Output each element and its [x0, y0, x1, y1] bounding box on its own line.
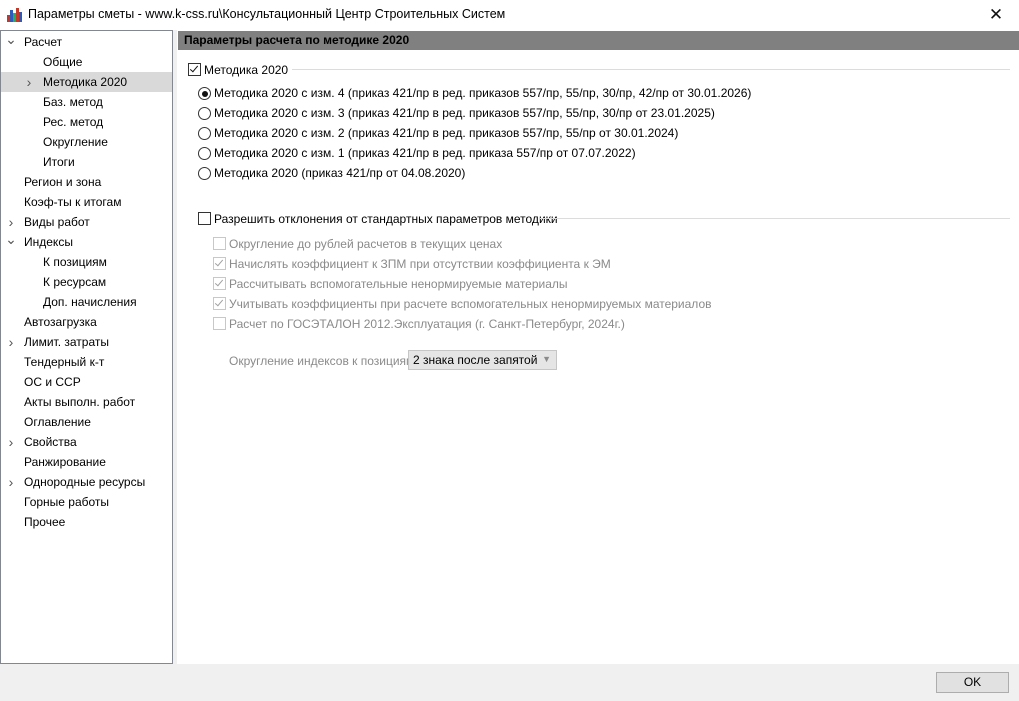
- sidebar-item-label: Методика 2020: [43, 75, 128, 89]
- chevron-right-icon[interactable]: ›: [5, 332, 17, 352]
- sidebar-item-label: Тендерный к-т: [24, 355, 105, 369]
- sidebar-item-итоги[interactable]: Итоги: [1, 152, 172, 172]
- sidebar-item-label: Лимит. затраты: [24, 335, 109, 349]
- chevron-down-icon: ▼: [542, 354, 551, 364]
- sidebar-item-label: Рес. метод: [43, 115, 104, 129]
- sidebar-item-ос-и-сср[interactable]: ОС и ССР: [1, 372, 172, 392]
- sidebar-item-label: Акты выполн. работ: [24, 395, 136, 409]
- chevron-right-icon[interactable]: ›: [5, 472, 17, 492]
- methodology-version-label: Методика 2020 с изм. 3 (приказ 421/пр в …: [214, 106, 715, 120]
- deviation-option-label: Рассчитывать вспомогательные ненормируем…: [229, 277, 568, 291]
- sidebar-item-label: Ранжирование: [24, 455, 106, 469]
- window-title: Параметры сметы - www.k-css.ru\Консульта…: [28, 7, 506, 21]
- sidebar-item-label: ОС и ССР: [24, 375, 81, 389]
- methodology-version-radio[interactable]: [198, 107, 211, 120]
- sidebar-item-label: Баз. метод: [43, 95, 103, 109]
- sidebar-item-к-ресурсам[interactable]: К ресурсам: [1, 272, 172, 292]
- methodology-version-label: Методика 2020 с изм. 1 (приказ 421/пр в …: [214, 146, 636, 160]
- app-icon: [7, 8, 23, 22]
- sidebar-item-свойства[interactable]: › Свойства: [1, 432, 172, 452]
- sidebar-item-расчет[interactable]: ⌄ Расчет: [1, 32, 172, 52]
- sidebar-item-label: Автозагрузка: [24, 315, 97, 329]
- sidebar-item-label: Доп. начисления: [43, 295, 137, 309]
- sidebar-item-однородные-ресурсы[interactable]: › Однородные ресурсы: [1, 472, 172, 492]
- methodology-version-label: Методика 2020 с изм. 2 (приказ 421/пр в …: [214, 126, 679, 140]
- chevron-down-icon[interactable]: ⌄: [5, 232, 17, 252]
- sidebar-item-label: Виды работ: [24, 215, 90, 229]
- deviation-option-checkbox[interactable]: [213, 317, 226, 330]
- deviation-option-checkbox[interactable]: [213, 277, 226, 290]
- sidebar-item-округление[interactable]: Округление: [1, 132, 172, 152]
- methodology-version-radio[interactable]: [198, 87, 211, 100]
- deviation-option-checkbox[interactable]: [213, 257, 226, 270]
- sidebar-item-оглавление[interactable]: Оглавление: [1, 412, 172, 432]
- sidebar-item-label: Итоги: [43, 155, 75, 169]
- sidebar-item-label: К позициям: [43, 255, 107, 269]
- sidebar-item-горные-работы[interactable]: Горные работы: [1, 492, 172, 512]
- sidebar-item-label: Коэф-ты к итогам: [24, 195, 122, 209]
- sidebar-item-label: Общие: [43, 55, 83, 69]
- close-icon: ✕: [988, 5, 1004, 24]
- ok-button[interactable]: OK: [936, 672, 1009, 693]
- sidebar-item-label: К ресурсам: [43, 275, 107, 289]
- sidebar-item-баз-метод[interactable]: Баз. метод: [1, 92, 172, 112]
- group-separator: [540, 218, 1010, 219]
- sidebar-item-лимит-затраты[interactable]: › Лимит. затраты: [1, 332, 172, 352]
- chevron-down-icon[interactable]: ⌄: [5, 32, 17, 52]
- deviation-option-checkbox[interactable]: [213, 297, 226, 310]
- rounding-indexes-label: Округление индексов к позициям:: [229, 354, 418, 368]
- deviation-option-label: Округление до рублей расчетов в текущих …: [229, 237, 503, 251]
- allow-deviation-label: Разрешить отклонения от стандартных пара…: [214, 212, 558, 226]
- sidebar-item-label: Горные работы: [24, 495, 110, 509]
- sidebar-item-виды-работ[interactable]: › Виды работ: [1, 212, 172, 232]
- deviation-option-label: Учитывать коэффициенты при расчете вспом…: [229, 297, 712, 311]
- rounding-indexes-select[interactable]: 2 знака после запятой ▼: [408, 350, 557, 370]
- methodology-version-radio[interactable]: [198, 167, 211, 180]
- methodology-version-label: Методика 2020 (приказ 421/пр от 04.08.20…: [214, 166, 466, 180]
- methodology-version-label: Методика 2020 с изм. 4 (приказ 421/пр в …: [214, 86, 752, 100]
- sidebar-item-к-позициям[interactable]: К позициям: [1, 252, 172, 272]
- methodology-2020-checkbox[interactable]: [188, 63, 201, 76]
- deviation-option-label: Начислять коэффициент к ЗПМ при отсутств…: [229, 257, 611, 271]
- sidebar-item-label: Индексы: [24, 235, 73, 249]
- sidebar-item-прочее[interactable]: Прочее: [1, 512, 172, 532]
- sidebar-item-label: Свойства: [24, 435, 77, 449]
- settings-tree[interactable]: ⌄ Расчет Общие › Методика 2020 Баз. метод Рес.…: [0, 30, 173, 664]
- sidebar-item-доп-начисления[interactable]: Доп. начисления: [1, 292, 172, 312]
- chevron-right-icon[interactable]: ›: [5, 432, 17, 452]
- close-button[interactable]: ✕: [973, 0, 1019, 30]
- chevron-right-icon[interactable]: ›: [23, 72, 35, 92]
- methodology-version-radio[interactable]: [198, 147, 211, 160]
- sidebar-item-регион-и-зона[interactable]: Регион и зона: [1, 172, 172, 192]
- sidebar-item-ранжирование[interactable]: Ранжирование: [1, 452, 172, 472]
- sidebar-item-тендерный-к-т[interactable]: Тендерный к-т: [1, 352, 172, 372]
- methodology-version-radio[interactable]: [198, 127, 211, 140]
- chevron-right-icon[interactable]: ›: [5, 212, 17, 232]
- section-header: Параметры расчета по методике 2020: [178, 31, 1019, 50]
- sidebar-item-автозагрузка[interactable]: Автозагрузка: [1, 312, 172, 332]
- sidebar-item-label: Расчет: [24, 35, 63, 49]
- sidebar-item-label: Однородные ресурсы: [24, 475, 146, 489]
- group-separator: [292, 69, 1010, 70]
- sidebar-item-методика-2020[interactable]: › Методика 2020: [1, 72, 172, 92]
- rounding-indexes-value: 2 знака после запятой: [413, 353, 538, 367]
- sidebar-item-label: Округление: [43, 135, 108, 149]
- methodology-2020-label: Методика 2020: [204, 63, 289, 77]
- sidebar-item-индексы[interactable]: ⌄ Индексы: [1, 232, 172, 252]
- allow-deviation-checkbox[interactable]: [198, 212, 211, 225]
- sidebar-item-label: Регион и зона: [24, 175, 102, 189]
- sidebar-item-акты-выполн-работ[interactable]: Акты выполн. работ: [1, 392, 172, 412]
- sidebar-item-общие[interactable]: Общие: [1, 52, 172, 72]
- title-bar: Параметры сметы - www.k-css.ru\Консульта…: [0, 0, 1019, 30]
- sidebar-item-label: Оглавление: [24, 415, 91, 429]
- deviation-option-checkbox[interactable]: [213, 237, 226, 250]
- sidebar-item-label: Прочее: [24, 515, 66, 529]
- deviation-option-label: Расчет по ГОСЭТАЛОН 2012.Эксплуатация (г…: [229, 317, 625, 331]
- sidebar-item-коэф-ты-к-итогам[interactable]: Коэф-ты к итогам: [1, 192, 172, 212]
- sidebar-item-рес-метод[interactable]: Рес. метод: [1, 112, 172, 132]
